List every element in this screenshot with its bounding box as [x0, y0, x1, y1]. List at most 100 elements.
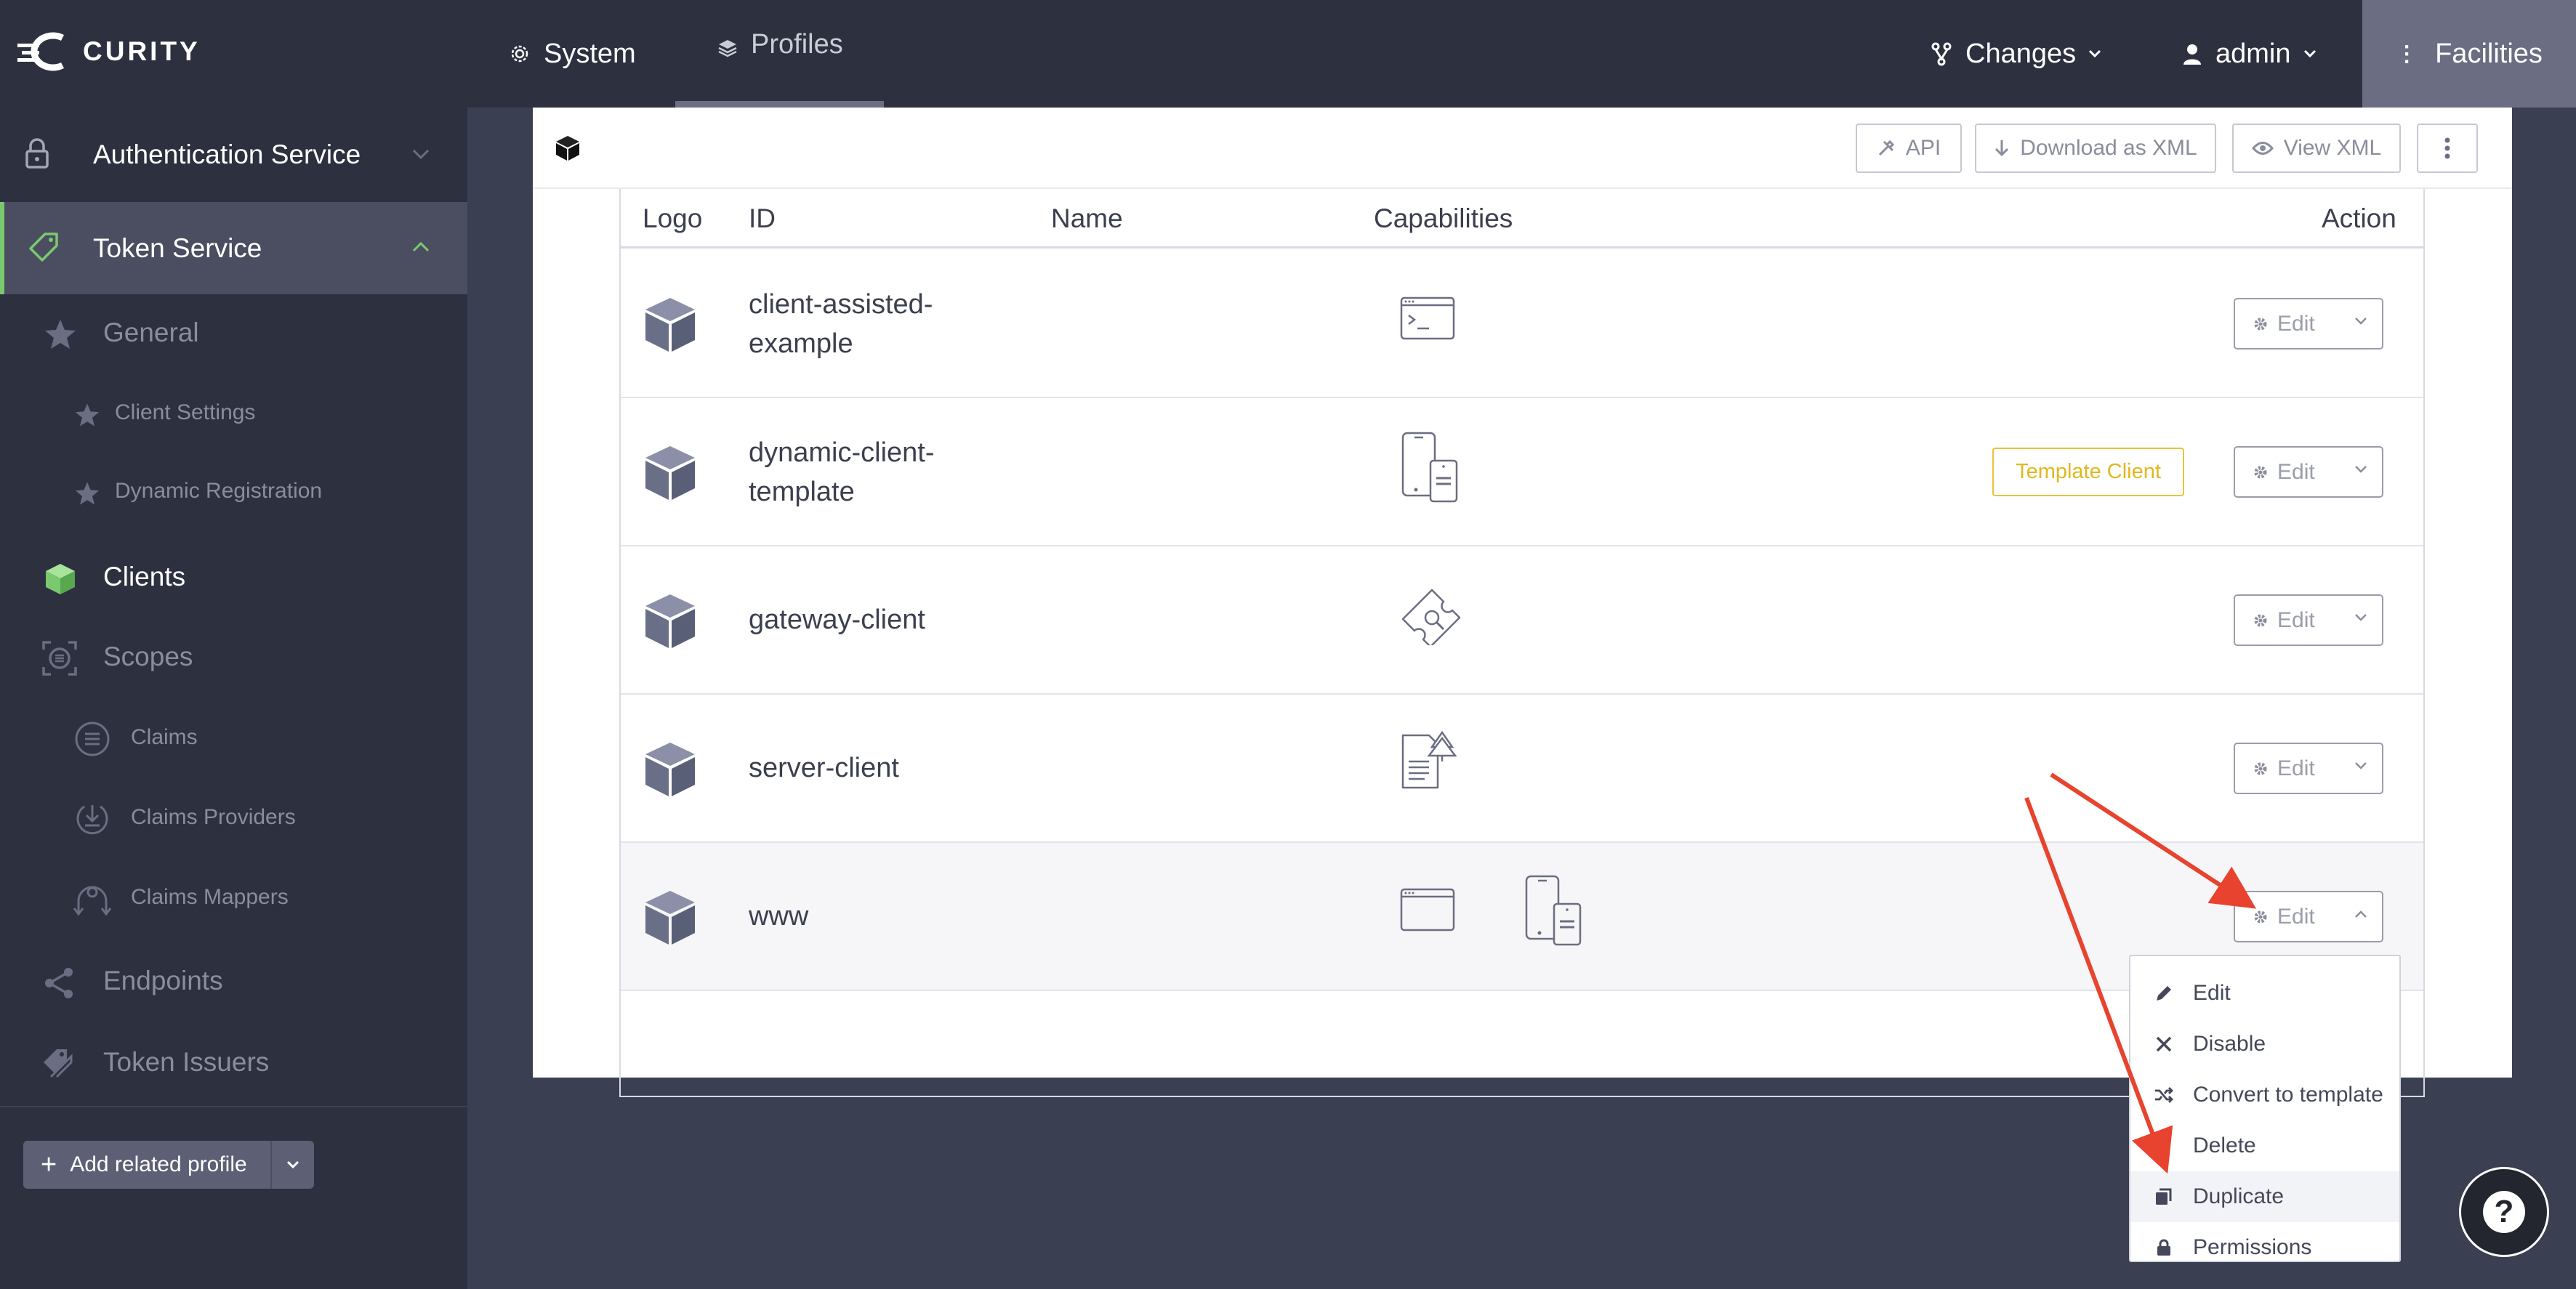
- gear-icon: [511, 45, 528, 62]
- column-header-id[interactable]: ID: [749, 189, 776, 248]
- chevron-down-icon[interactable]: [2354, 317, 2367, 326]
- sidebar-item-token-issuers[interactable]: Token Issuers: [0, 1025, 467, 1100]
- menu-item-edit[interactable]: Edit: [2130, 968, 2399, 1019]
- sidebar-item-general[interactable]: General: [0, 296, 467, 369]
- edit-actions-dropdown: Edit Disable Convert to template Delete …: [2129, 955, 2401, 1262]
- sidebar-item-token-service[interactable]: Token Service: [0, 202, 467, 294]
- client-id-line: server-client: [749, 753, 899, 783]
- star-icon: [44, 318, 77, 350]
- curity-logo[interactable]: CURITY: [17, 32, 201, 71]
- sidebar-item-scopes[interactable]: Scopes: [0, 619, 467, 695]
- client-id-line: template: [749, 477, 855, 507]
- sidebar-item-label: Claims: [131, 725, 198, 749]
- chevron-up-icon[interactable]: [2354, 910, 2367, 918]
- user-icon: [2183, 44, 2201, 65]
- client-id[interactable]: gateway-client: [749, 600, 981, 639]
- menu-item-label: Convert to template: [2193, 1083, 2383, 1107]
- sidebar-item-label: Client Settings: [115, 400, 256, 424]
- sidebar-item-endpoints[interactable]: Endpoints: [0, 943, 467, 1019]
- edit-button[interactable]: Edit: [2234, 298, 2383, 349]
- column-header-name[interactable]: Name: [1051, 189, 1123, 248]
- menu-item-duplicate[interactable]: Duplicate: [2130, 1171, 2399, 1222]
- download-xml-label: Download as XML: [2020, 136, 2197, 160]
- edit-button[interactable]: Edit: [2234, 594, 2383, 646]
- menu-item-convert-to-template[interactable]: Convert to template: [2130, 1070, 2399, 1120]
- sidebar-item-authentication-service[interactable]: Authentication Service: [0, 108, 467, 202]
- client-id[interactable]: server-client: [749, 748, 981, 788]
- view-xml-label: View XML: [2283, 136, 2382, 160]
- nav-profiles[interactable]: Profiles: [675, 0, 884, 108]
- edit-button[interactable]: Edit: [2234, 743, 2383, 794]
- client-id[interactable]: dynamic-client- template: [749, 433, 981, 512]
- edit-button[interactable]: Edit: [2234, 891, 2383, 942]
- mobile-devices-icon: [1525, 875, 1582, 946]
- api-button[interactable]: API: [1856, 124, 1962, 173]
- pencil-icon: [2151, 983, 2177, 1003]
- table-row[interactable]: dynamic-client- template Template Client…: [621, 398, 2423, 546]
- sidebar-item-claims[interactable]: Claims: [0, 702, 467, 773]
- gear-icon: [2254, 762, 2267, 775]
- client-id-line: client-assisted-: [749, 289, 933, 320]
- sidebar-item-label: Claims Providers: [131, 805, 296, 829]
- mapper-icon: [73, 881, 112, 917]
- table-row[interactable]: client-assisted- example Edit: [621, 250, 2423, 398]
- chevron-down-icon[interactable]: [2354, 613, 2367, 622]
- panel-toolbar: API Download as XML View XML: [533, 108, 2512, 189]
- chevron-down-icon: [412, 149, 430, 160]
- gear-icon: [2254, 910, 2267, 923]
- client-id-line: dynamic-client-: [749, 437, 935, 468]
- add-related-profile-dropdown[interactable]: [270, 1141, 314, 1189]
- sidebar-item-clients[interactable]: Clients: [0, 539, 467, 615]
- sidebar-item-label: Authentication Service: [93, 140, 361, 169]
- sidebar-item-label: Endpoints: [103, 966, 223, 995]
- download-circle-icon: [74, 801, 110, 837]
- client-logo-cube-icon: [645, 743, 695, 796]
- menu-item-disable[interactable]: Disable: [2130, 1019, 2399, 1070]
- tags-icon: [42, 1048, 77, 1081]
- edit-button[interactable]: Edit: [2234, 446, 2383, 498]
- sidebar-item-dynamic-registration[interactable]: Dynamic Registration: [0, 455, 467, 528]
- menu-item-delete[interactable]: Delete: [2130, 1120, 2399, 1171]
- nav-changes-label: Changes: [1965, 38, 2077, 69]
- client-id-line: gateway-client: [749, 605, 925, 635]
- add-related-profile-button[interactable]: + Add related profile: [23, 1141, 314, 1189]
- cube-icon: [44, 562, 77, 596]
- more-options-button[interactable]: [2417, 124, 2478, 173]
- menu-item-label: Disable: [2193, 1032, 2266, 1056]
- nav-facilities[interactable]: ⋮ Facilities: [2362, 0, 2576, 108]
- download-xml-button[interactable]: Download as XML: [1975, 124, 2216, 173]
- tag-icon: [28, 231, 60, 263]
- client-id-line: www: [749, 901, 809, 932]
- curity-logo-icon: [17, 32, 64, 71]
- client-id[interactable]: client-assisted- example: [749, 285, 981, 363]
- sidebar-item-client-settings[interactable]: Client Settings: [0, 376, 467, 449]
- sidebar-item-label: Claims Mappers: [131, 885, 289, 909]
- nav-system[interactable]: System: [509, 0, 636, 108]
- chevron-down-icon[interactable]: [2354, 761, 2367, 770]
- column-header-capabilities: Capabilities: [1374, 203, 1513, 233]
- client-logo-cube-icon: [645, 298, 695, 352]
- client-logo-cube-icon: [645, 594, 695, 648]
- nav-user-label: admin: [2215, 38, 2291, 69]
- table-row[interactable]: server-client Edit: [621, 695, 2423, 843]
- edit-button-label: Edit: [2277, 311, 2315, 336]
- sidebar-item-claims-providers[interactable]: Claims Providers: [0, 782, 467, 853]
- sidebar-item-label: General: [103, 318, 199, 347]
- gear-icon: [2254, 466, 2267, 478]
- client-id[interactable]: www: [749, 897, 981, 936]
- plus-icon: +: [41, 1149, 57, 1180]
- help-button[interactable]: ?: [2459, 1167, 2549, 1257]
- sidebar-item-label: Dynamic Registration: [115, 479, 323, 503]
- layers-icon: [718, 39, 737, 57]
- menu-item-permissions[interactable]: Permissions: [2130, 1222, 2399, 1273]
- nav-changes[interactable]: Changes: [1931, 0, 2115, 108]
- sidebar-item-claims-mappers[interactable]: Claims Mappers: [0, 862, 467, 933]
- table-row[interactable]: gateway-client Edit: [621, 546, 2423, 695]
- branch-icon: [1931, 42, 1952, 66]
- nav-user[interactable]: admin: [2182, 0, 2330, 108]
- menu-item-label: Duplicate: [2193, 1184, 2285, 1208]
- shuffle-icon: [2151, 1086, 2177, 1104]
- view-xml-button[interactable]: View XML: [2232, 124, 2401, 173]
- chevron-down-icon[interactable]: [2354, 465, 2367, 474]
- gear-icon: [2254, 318, 2267, 330]
